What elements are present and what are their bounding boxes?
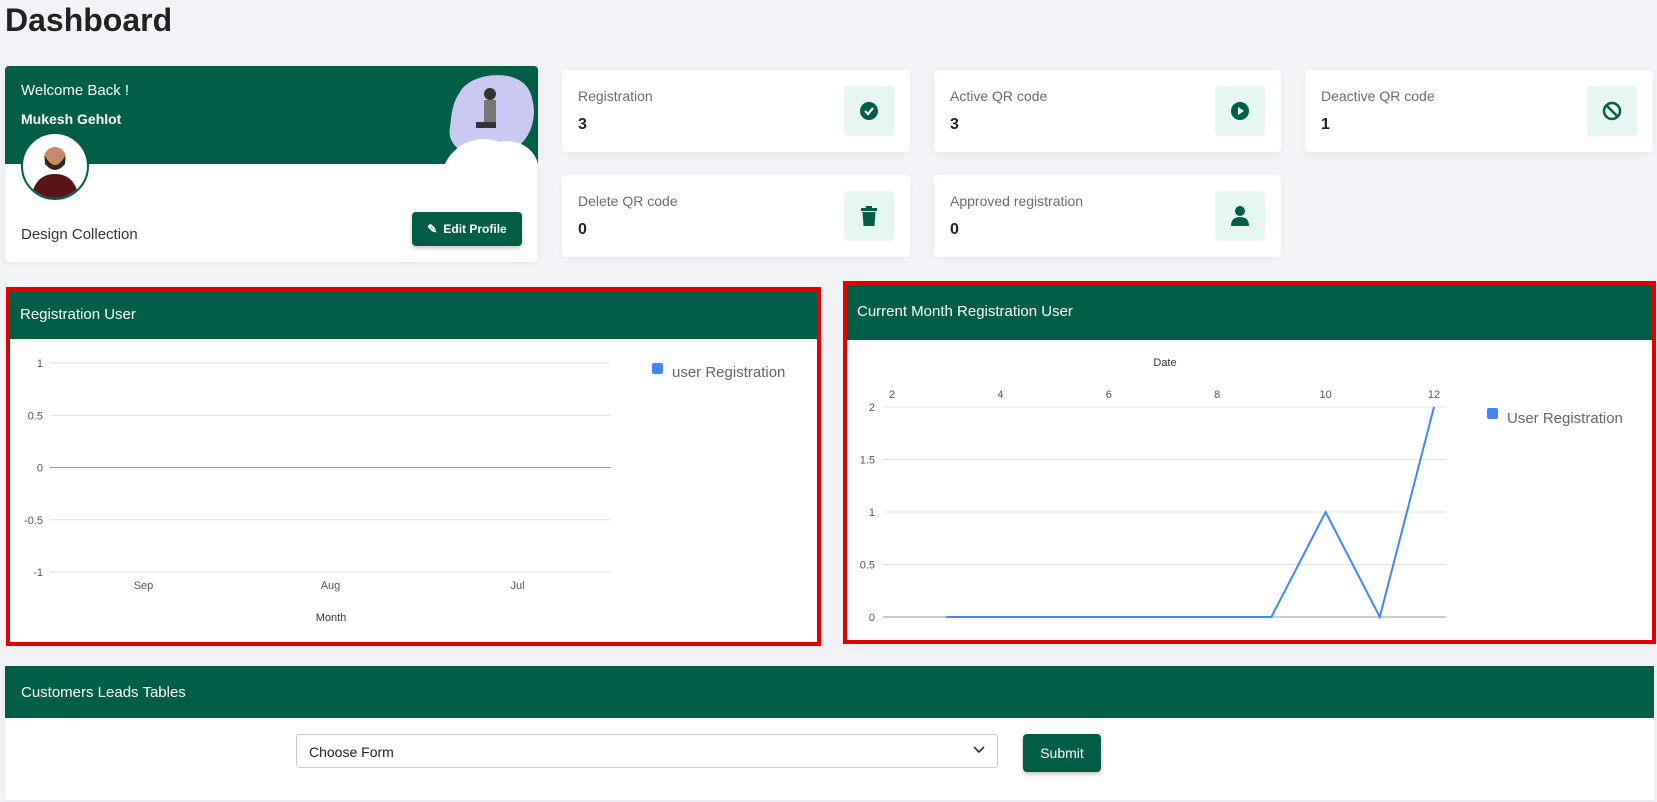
x-tick-label: 10 [1319,389,1331,401]
x-tick-label: 2 [889,389,895,401]
customers-leads-panel: Customers Leads Tables Choose Form Submi… [5,666,1654,800]
y-tick-label: 0.5 [860,560,875,572]
x-axis-label: Date [1153,357,1176,369]
panel-title: Customers Leads Tables [5,666,1654,718]
x-tick-label: 6 [1106,389,1112,401]
choose-form-select[interactable]: Choose Form [296,734,998,768]
y-tick-label: 1.5 [860,455,875,467]
chevron-down-icon [973,742,985,759]
legend-swatch [1487,408,1498,419]
legend-label: User Registration [1507,410,1623,427]
x-tick-label: 8 [1214,389,1220,401]
submit-button[interactable]: Submit [1023,734,1101,772]
y-tick-label: 1 [869,507,875,519]
y-tick-label: 2 [869,402,875,414]
x-tick-label: 12 [1428,389,1440,401]
y-tick-label: 0 [869,612,875,624]
x-tick-label: 4 [997,389,1003,401]
